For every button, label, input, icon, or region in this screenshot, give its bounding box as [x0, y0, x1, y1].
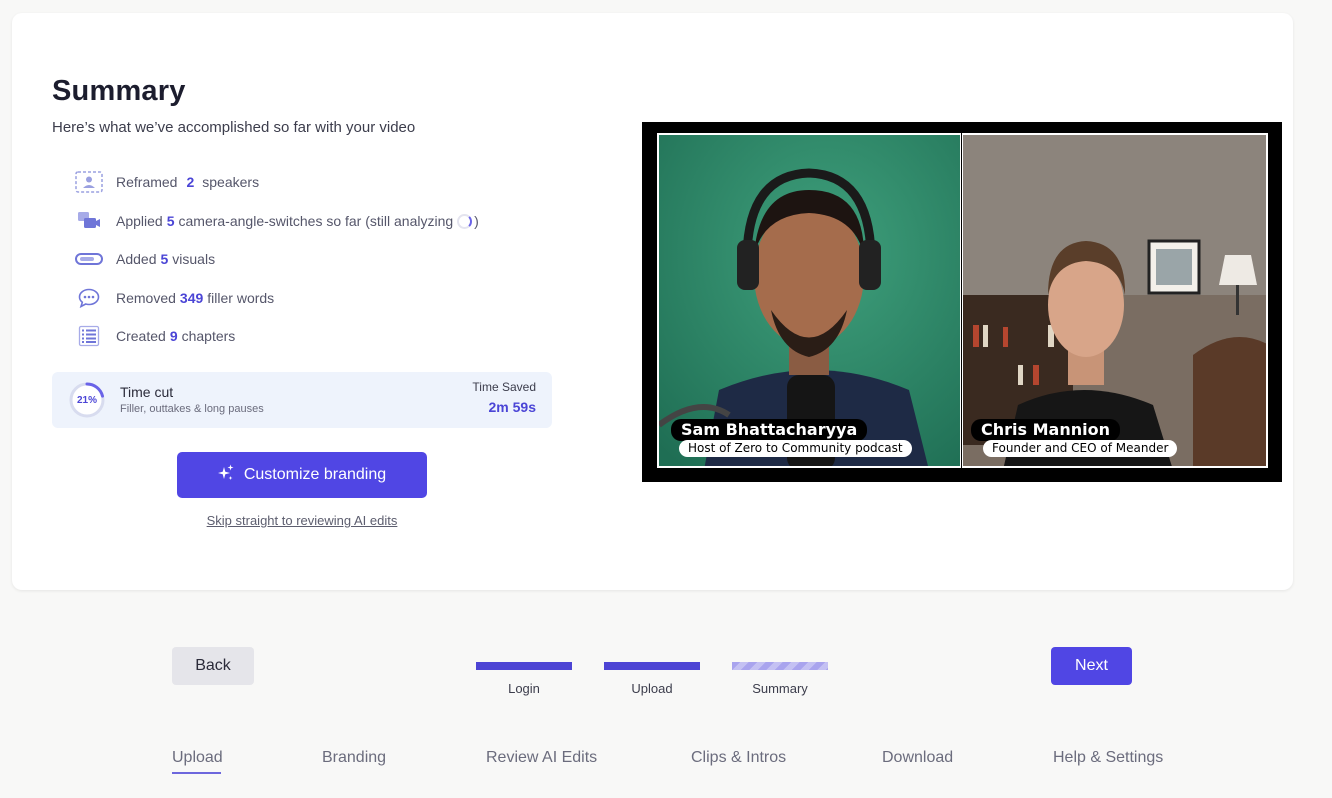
- camera-switch-icon: [75, 209, 103, 233]
- stat-reframed: Reframed 2 speakers: [75, 170, 259, 194]
- video-pane-right: Chris Mannion Founder and CEO of Meander: [962, 133, 1268, 468]
- step-upload: Upload: [604, 662, 700, 696]
- time-cut-title: Time cut: [120, 384, 174, 400]
- time-cut-progress-ring: 21%: [68, 381, 106, 419]
- sparkle-icon: [217, 464, 234, 487]
- reframe-person-icon: [75, 170, 103, 194]
- nav-active-underline: [172, 772, 221, 774]
- video-preview[interactable]: Sam Bhattacharyya Host of Zero to Commun…: [642, 122, 1282, 482]
- time-cut-panel: 21% Time cut Filler, outtakes & long pau…: [52, 372, 552, 428]
- page-title: Summary: [52, 75, 186, 107]
- step-login-label: Login: [508, 681, 540, 696]
- speech-bubble-icon: [75, 286, 103, 310]
- nav-branding[interactable]: Branding: [322, 749, 386, 767]
- speaker-right-role: Founder and CEO of Meander: [983, 440, 1178, 457]
- chapters-list-icon: [75, 324, 103, 348]
- time-saved-label: Time Saved: [472, 380, 536, 394]
- step-login-bar: [476, 662, 572, 670]
- summary-card: Summary Here’s what we’ve accomplished s…: [12, 13, 1293, 590]
- nav-download[interactable]: Download: [882, 749, 953, 767]
- loading-spinner-icon: [457, 213, 473, 229]
- step-login: Login: [476, 662, 572, 696]
- page-subtitle: Here’s what we’ve accomplished so far wi…: [52, 119, 416, 136]
- stat-chapters: Created 9 chapters: [75, 324, 235, 348]
- visuals-bar-icon: [75, 247, 103, 271]
- customize-branding-button[interactable]: Customize branding: [177, 452, 427, 498]
- time-cut-percent: 21%: [76, 394, 97, 406]
- step-upload-bar: [604, 662, 700, 670]
- speaker-right-name: Chris Mannion: [971, 419, 1120, 441]
- step-summary: Summary: [732, 662, 828, 696]
- customize-branding-label: Customize branding: [243, 466, 387, 483]
- step-summary-label: Summary: [752, 681, 808, 696]
- time-saved-value: 2m 59s: [488, 399, 536, 415]
- nav-help-settings[interactable]: Help & Settings: [1053, 749, 1163, 767]
- next-button[interactable]: Next: [1051, 647, 1132, 685]
- back-button[interactable]: Back: [172, 647, 254, 685]
- time-cut-subtitle: Filler, outtakes & long pauses: [120, 403, 264, 415]
- speaker-left-name: Sam Bhattacharyya: [671, 419, 868, 441]
- step-upload-label: Upload: [631, 681, 673, 696]
- stat-visuals: Added 5 visuals: [75, 247, 215, 271]
- stat-filler-words: Removed 349 filler words: [75, 286, 274, 310]
- nav-review-ai-edits[interactable]: Review AI Edits: [486, 749, 597, 767]
- step-summary-bar: [732, 662, 828, 670]
- video-pane-left: Sam Bhattacharyya Host of Zero to Commun…: [657, 133, 961, 468]
- speaker-left-role: Host of Zero to Community podcast: [679, 440, 912, 457]
- skip-to-review-link[interactable]: Skip straight to reviewing AI edits: [194, 513, 410, 528]
- stat-camera-switches: Applied 5 camera-angle-switches so far (…: [75, 209, 479, 233]
- nav-clips-intros[interactable]: Clips & Intros: [691, 749, 786, 767]
- nav-upload[interactable]: Upload: [172, 749, 223, 767]
